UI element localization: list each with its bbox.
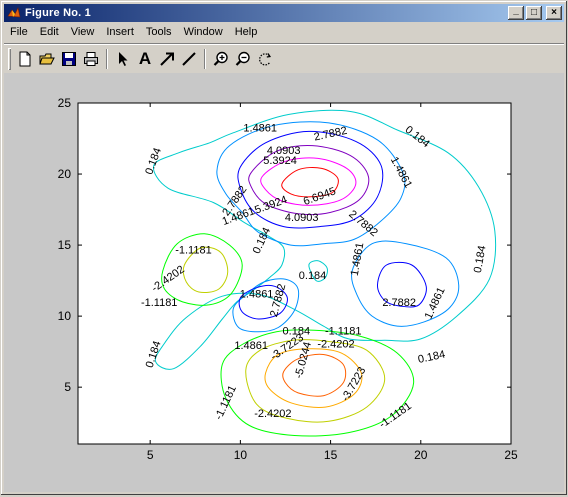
toolbar-separator (204, 49, 206, 69)
window-title: Figure No. 1 (25, 7, 91, 19)
rotate-icon (259, 52, 272, 65)
toolbar-grip[interactable] (8, 48, 11, 70)
contour-level-label: -1.1181 (175, 245, 212, 257)
matlab-logo-icon (7, 7, 21, 18)
contour-level-label: 0.184 (299, 270, 327, 282)
close-icon: × (551, 7, 557, 18)
open-folder-icon (39, 53, 55, 64)
insert-arrow-button[interactable] (156, 48, 178, 70)
save-disk-icon (62, 51, 76, 66)
insert-line-button[interactable] (178, 48, 200, 70)
zoom-in-button[interactable] (210, 48, 232, 70)
y-tick-label: 15 (58, 238, 72, 252)
x-tick-label: 10 (234, 448, 248, 462)
close-button[interactable]: × (546, 6, 562, 20)
y-tick-label: 20 (58, 167, 72, 181)
figure-canvas[interactable]: 1.4861 2.7882 0.184 4.0903 5.3924 0.184 1.4861… (4, 73, 564, 492)
contour-level-label: -2.4202 (254, 408, 291, 420)
maximize-icon: □ (530, 7, 538, 18)
x-tick-label: 15 (324, 448, 338, 462)
line-icon (182, 51, 196, 66)
save-button[interactable] (58, 48, 80, 70)
new-file-icon (19, 51, 31, 66)
minimize-icon: _ (513, 5, 519, 16)
menu-file[interactable]: File (4, 23, 34, 42)
figure-window: Figure No. 1 _ □ × File Edit View Insert… (0, 0, 568, 496)
menu-tools[interactable]: Tools (140, 23, 178, 42)
new-figure-button[interactable] (14, 48, 36, 70)
x-tick-label: 20 (414, 448, 428, 462)
zoom-out-icon (235, 51, 250, 66)
contour-level-label: 1.4861 (234, 340, 268, 352)
diagonal-arrow-icon (160, 52, 174, 66)
menu-insert[interactable]: Insert (100, 23, 140, 42)
contour-level-label: 5.3924 (263, 155, 297, 167)
contour-level-label: -2.4202 (317, 338, 354, 350)
x-tick-label: 25 (504, 448, 518, 462)
menu-window[interactable]: Window (178, 23, 229, 42)
pointer-arrow-icon (119, 51, 128, 66)
open-file-button[interactable] (36, 48, 58, 70)
toolbar-separator (106, 49, 108, 69)
print-button[interactable] (80, 48, 102, 70)
insert-text-button[interactable]: A (134, 48, 156, 70)
minimize-button[interactable]: _ (508, 5, 524, 20)
printer-icon (84, 51, 98, 66)
menu-view[interactable]: View (65, 23, 101, 42)
contour-level-label: -1.1181 (141, 297, 178, 309)
rotate-3d-button[interactable] (254, 48, 276, 70)
zoom-out-button[interactable] (232, 48, 254, 70)
contour-level-label: -1.1181 (325, 326, 362, 338)
menu-help[interactable]: Help (229, 23, 264, 42)
contour-level-label: 2.7882 (382, 297, 416, 309)
contour-level-label: 4.0903 (285, 212, 319, 224)
title-bar[interactable]: Figure No. 1 _ □ × (4, 4, 564, 22)
figure-toolbar: A (4, 43, 564, 73)
y-tick-label: 25 (58, 96, 72, 110)
menu-bar: File Edit View Insert Tools Window Help (4, 23, 564, 42)
contour-level-label: 1.4861 (243, 122, 277, 134)
contour-plot[interactable]: 1.4861 2.7882 0.1844.09035.39240.184 1.4861… (4, 73, 564, 492)
y-tick-label: 10 (58, 309, 72, 323)
contour-level-label: 1.4861 (240, 289, 274, 301)
menu-edit[interactable]: Edit (34, 23, 65, 42)
maximize-button[interactable]: □ (526, 6, 542, 20)
x-tick-label: 5 (147, 448, 154, 462)
zoom-in-icon (213, 51, 228, 66)
y-tick-label: 5 (64, 380, 71, 394)
select-button[interactable] (112, 48, 134, 70)
text-a-icon: A (138, 48, 152, 68)
